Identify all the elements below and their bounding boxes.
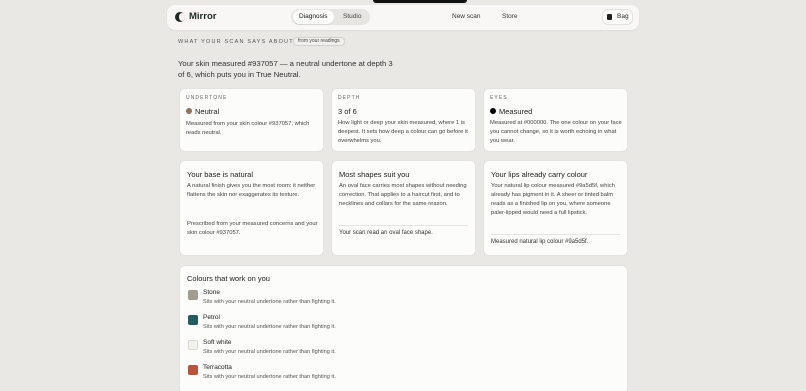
bag-label[interactable]: Bag — [617, 13, 629, 20]
colour-description: Sits with your neutral undertone rather … — [203, 349, 336, 355]
top-notch — [373, 0, 467, 3]
top-navigation-bar — [167, 5, 639, 30]
undertone-value: Neutral — [195, 107, 220, 116]
undertone-overline: Undertone — [186, 95, 228, 101]
terracotta-swatch[interactable] — [188, 365, 198, 375]
lip-advice-title: Your lips already carry colour — [491, 170, 588, 179]
undertone-swatch-icon — [186, 108, 192, 114]
depth-description: How light or deep your skin measured, wh… — [338, 120, 468, 144]
eye-colour-swatch-icon — [490, 108, 496, 114]
nav-store[interactable]: Store — [502, 13, 518, 20]
shape-card-divider — [339, 225, 468, 226]
shape-advice-title: Most shapes suit you — [339, 170, 410, 179]
petrol-swatch[interactable] — [188, 315, 198, 325]
depth-overline: Depth — [338, 95, 361, 101]
colour-description: Sits with your neutral undertone rather … — [203, 324, 336, 330]
depth-value: 3 of 6 — [338, 107, 357, 116]
shape-advice-body: An oval face carries most shapes without… — [339, 183, 467, 207]
soft-white-swatch[interactable] — [188, 340, 198, 350]
colour-name: Soft white — [203, 339, 232, 346]
bag-icon — [607, 14, 612, 20]
nav-new-scan[interactable]: New scan — [452, 13, 481, 20]
colour-name: Terracotta — [203, 364, 232, 371]
undertone-description: Measured from your skin colour #937057, … — [186, 121, 310, 136]
base-advice-body: A natural finish gives you the most room… — [187, 183, 316, 198]
scan-summary: Your skin measured #937057 — a neutral u… — [178, 59, 393, 79]
source-chip: from your readings — [293, 37, 345, 46]
eyes-value: Measured — [499, 107, 533, 116]
mirror-logo-icon[interactable] — [175, 12, 185, 22]
colour-description: Sits with your neutral undertone rather … — [203, 374, 336, 380]
stone-swatch[interactable] — [188, 290, 198, 300]
colour-name: Petrol — [203, 314, 220, 321]
lip-advice-body: Your natural lip colour measured #9a5d5f… — [491, 183, 615, 216]
tab-studio[interactable]: Studio — [343, 13, 361, 20]
brand-name[interactable]: Mirror — [189, 11, 216, 22]
colour-description: Sits with your neutral undertone rather … — [203, 299, 336, 305]
lip-card-divider — [491, 234, 620, 235]
eyes-description: Measured at #000000. The one colour on y… — [490, 120, 622, 144]
lip-advice-footnote: Measured natural lip colour #9a5d5f. — [491, 239, 589, 245]
colour-name: Stone — [203, 289, 220, 296]
colours-title: Colours that work on you — [187, 274, 270, 283]
shape-advice-footnote: Your scan read an oval face shape. — [339, 230, 433, 236]
base-advice-title: Your base is natural — [187, 170, 254, 179]
base-advice-note: Prescribed from your measured concerns a… — [187, 221, 318, 236]
tab-diagnosis[interactable]: Diagnosis — [299, 13, 328, 20]
section-overline: What your scan says about you — [178, 39, 312, 45]
eyes-overline: Eyes — [490, 95, 508, 101]
